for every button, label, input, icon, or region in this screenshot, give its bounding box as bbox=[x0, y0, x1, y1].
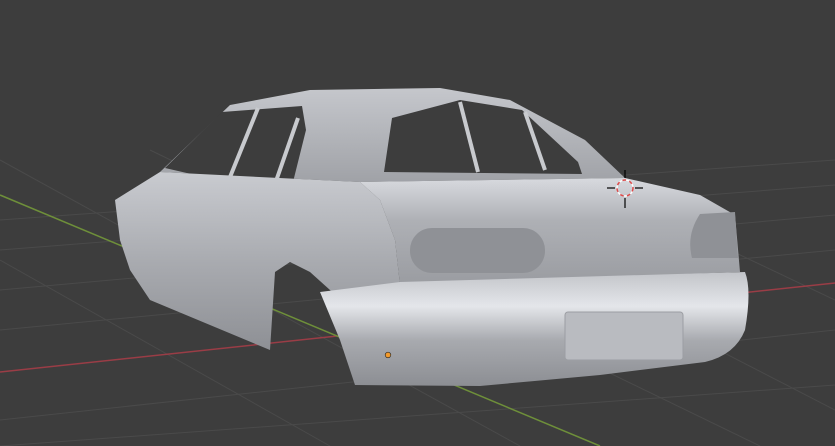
car-body-mesh[interactable] bbox=[115, 88, 749, 386]
object-origin-icon[interactable] bbox=[384, 351, 392, 359]
left-tail-light bbox=[410, 228, 545, 273]
license-plate-recess bbox=[564, 311, 684, 361]
rear-bumper bbox=[320, 272, 749, 386]
right-tail-light bbox=[690, 212, 738, 258]
3d-viewport[interactable] bbox=[0, 0, 835, 446]
viewport-canvas[interactable] bbox=[0, 0, 835, 446]
trunk-and-rear bbox=[360, 178, 740, 285]
